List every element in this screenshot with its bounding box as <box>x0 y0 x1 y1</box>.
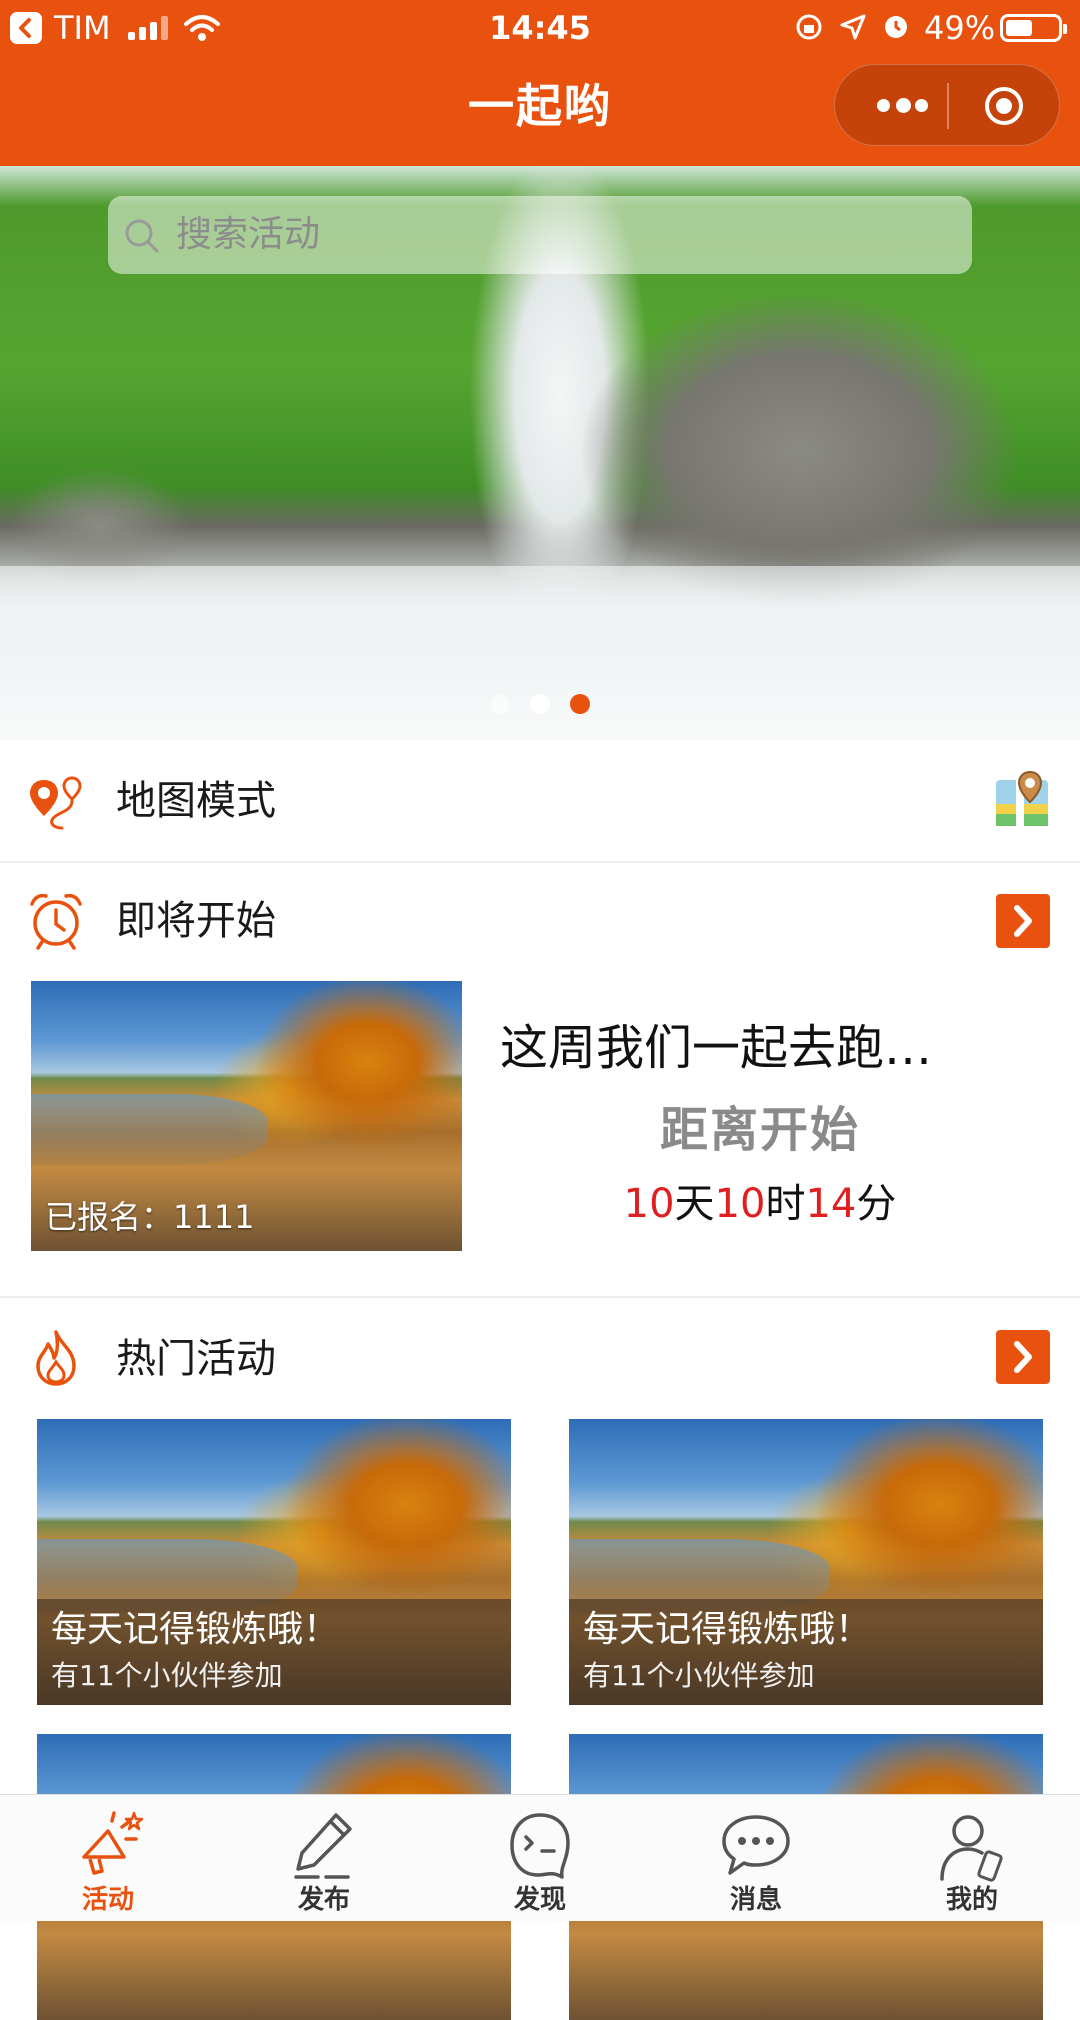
flame-icon <box>36 1330 76 1386</box>
card-caption: 每天记得锻炼哦！ 有11个小伙伴参加 <box>569 1599 1043 1705</box>
banner-carousel[interactable]: 搜索活动 <box>0 166 1080 740</box>
hour-unit: 时 <box>765 1181 806 1227</box>
hot-activity-card[interactable]: 每天记得锻炼哦！ 有11个小伙伴参加 <box>569 1419 1043 1705</box>
alarm-icon <box>885 16 907 38</box>
capsule-divider <box>947 83 949 129</box>
tab-discover[interactable]: 发现 <box>432 1795 648 1921</box>
search-placeholder: 搜索活动 <box>176 214 321 255</box>
tab-label: 我的 <box>945 1885 998 1915</box>
more-dots-icon[interactable] <box>877 98 929 113</box>
tab-publish[interactable]: 发布 <box>216 1795 432 1921</box>
countdown-timer: 10天10时14分 <box>560 1178 960 1230</box>
tab-profile[interactable]: 我的 <box>864 1795 1080 1921</box>
target-circle-icon[interactable] <box>983 85 1025 127</box>
map-route-icon <box>30 776 82 830</box>
search-bar[interactable]: 搜索活动 <box>108 196 972 274</box>
tab-activities[interactable]: 活动 <box>0 1795 216 1921</box>
countdown-hours: 10 <box>714 1181 766 1227</box>
day-unit: 天 <box>674 1181 715 1227</box>
carousel-dot-active[interactable] <box>570 694 590 714</box>
card-caption: 每天记得锻炼哦！ 有11个小伙伴参加 <box>37 1599 511 1705</box>
search-icon <box>125 219 159 253</box>
divider <box>0 1296 1080 1298</box>
mini-program-capsule <box>834 64 1060 146</box>
carousel-dot[interactable] <box>490 694 510 714</box>
top-bar: TIM 14:45 49% 一起哟 <box>0 0 1080 166</box>
chat-bubble-icon <box>722 1815 790 1875</box>
bottom-tab-bar: 活动 发布 发现 消息 我的 <box>0 1794 1080 1921</box>
location-arrow-icon <box>840 14 866 40</box>
tab-messages[interactable]: 消息 <box>648 1795 864 1921</box>
tab-label: 发现 <box>513 1885 566 1915</box>
status-bar: TIM 14:45 49% <box>0 0 1080 54</box>
upcoming-more-button[interactable] <box>996 894 1050 948</box>
minute-unit: 分 <box>856 1181 897 1227</box>
card-participants: 有11个小伙伴参加 <box>51 1659 283 1692</box>
pen-icon <box>294 1813 352 1879</box>
divider <box>0 861 1080 863</box>
registered-count: 已报名：1111 <box>45 1198 255 1236</box>
clock: 14:45 <box>489 9 591 47</box>
chevron-right-icon <box>1014 1341 1032 1373</box>
tab-label: 消息 <box>729 1885 782 1915</box>
upcoming-event-image[interactable]: 已报名：1111 <box>31 981 462 1251</box>
hot-label: 热门活动 <box>116 1336 276 1382</box>
carousel-dot[interactable] <box>530 694 550 714</box>
chevron-right-icon <box>1014 905 1032 937</box>
countdown-label: 距离开始 <box>659 1102 860 1158</box>
megaphone-icon <box>82 1811 144 1875</box>
rotation-lock-icon <box>796 14 822 40</box>
carousel-indicator <box>490 694 600 714</box>
hot-header: 热门活动 <box>0 1310 1080 1410</box>
map-mode-label: 地图模式 <box>116 778 276 824</box>
tab-label: 活动 <box>81 1885 134 1915</box>
upcoming-header: 即将开始 <box>0 872 1080 972</box>
countdown-minutes: 14 <box>805 1181 857 1227</box>
discover-face-icon <box>510 1813 570 1879</box>
card-title: 每天记得锻炼哦！ <box>583 1609 872 1650</box>
battery-percent: 49% <box>924 9 996 47</box>
map-pin-icon[interactable] <box>994 770 1050 830</box>
user-profile-icon <box>940 1815 1003 1882</box>
hot-more-button[interactable] <box>996 1330 1050 1384</box>
battery-icon <box>1000 14 1067 42</box>
map-mode-row[interactable]: 地图模式 <box>0 752 1080 852</box>
upcoming-label: 即将开始 <box>116 898 276 944</box>
alarm-clock-icon <box>30 893 82 950</box>
upcoming-event-title[interactable]: 这周我们一起去跑… <box>500 1016 1000 1080</box>
hot-activity-card[interactable]: 每天记得锻炼哦！ 有11个小伙伴参加 <box>37 1419 511 1705</box>
card-participants: 有11个小伙伴参加 <box>583 1659 815 1692</box>
countdown-days: 10 <box>623 1181 675 1227</box>
card-title: 每天记得锻炼哦！ <box>51 1609 340 1650</box>
tab-label: 发布 <box>297 1885 350 1915</box>
